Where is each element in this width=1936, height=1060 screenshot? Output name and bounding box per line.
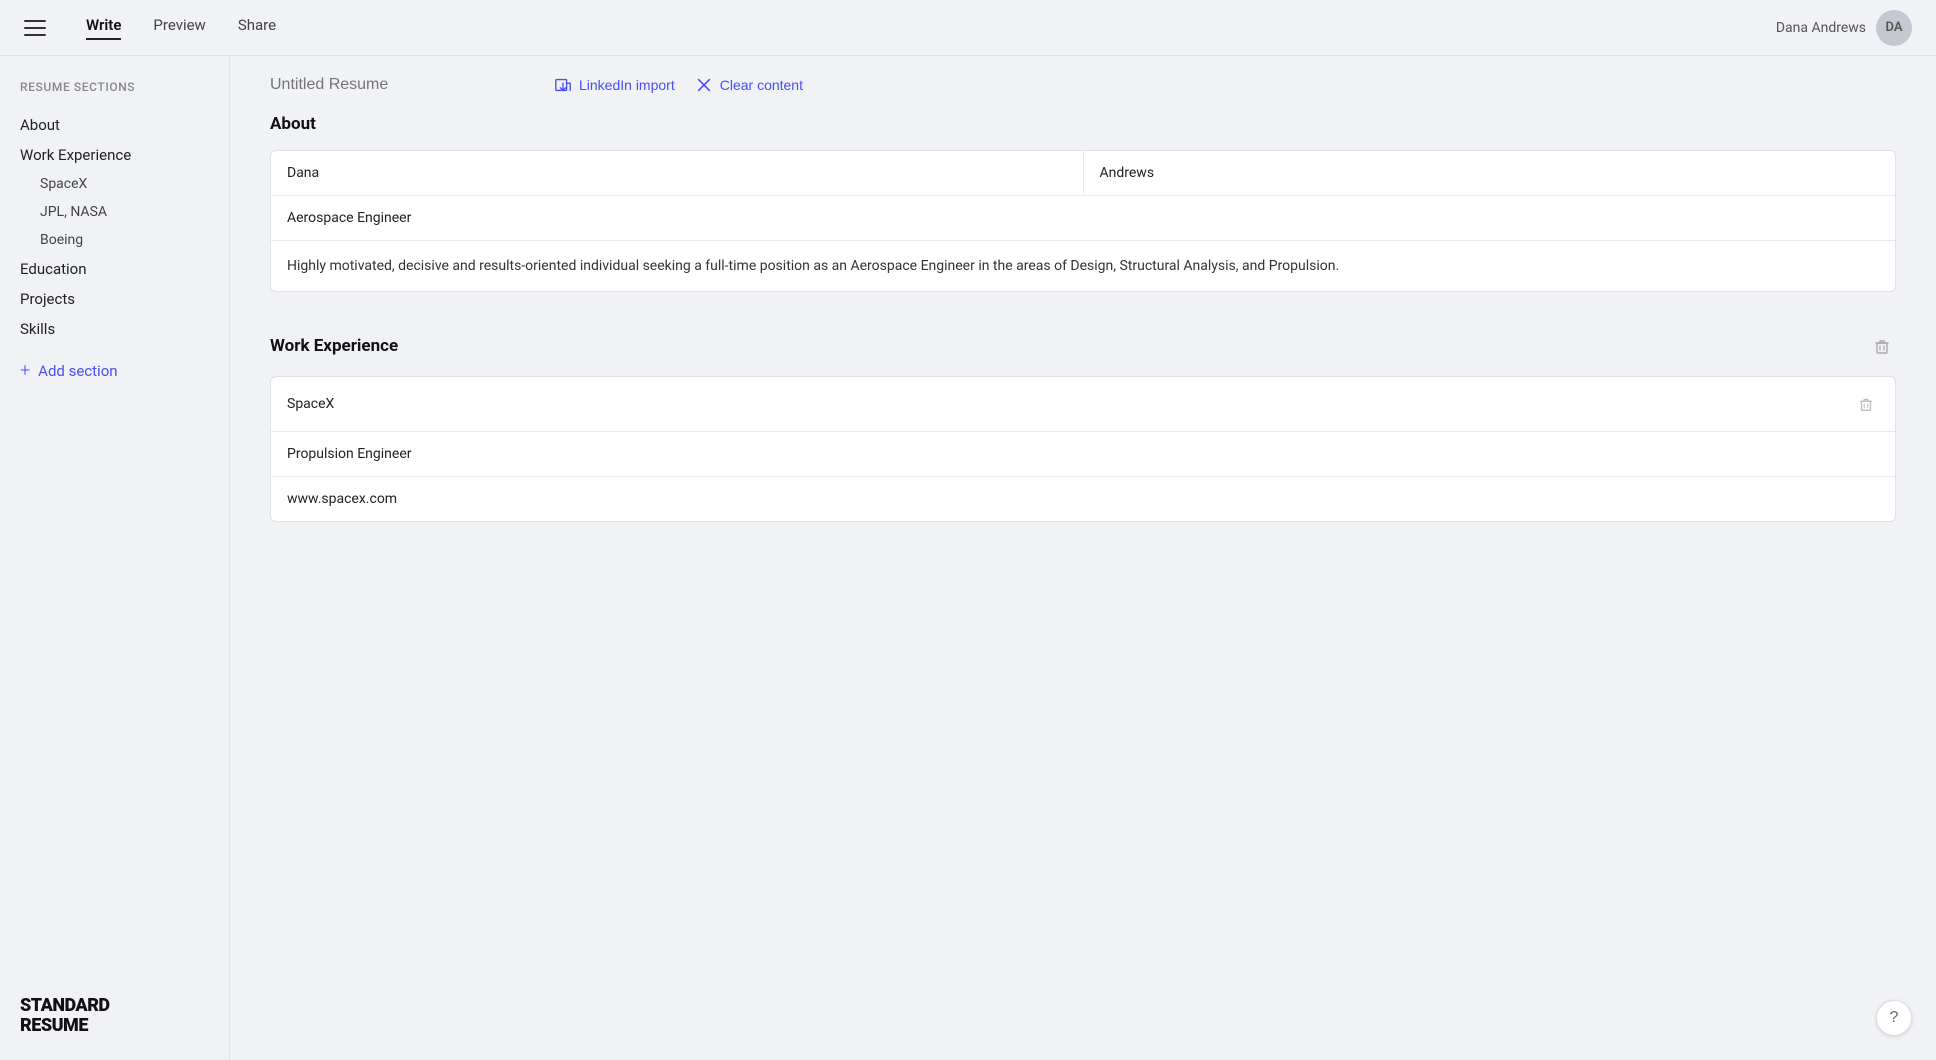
sidebar-item-boeing[interactable]: Boeing xyxy=(20,226,229,254)
tab-share[interactable]: Share xyxy=(238,16,276,40)
job-title-cell[interactable]: Aerospace Engineer xyxy=(271,196,1895,240)
about-section-header: About xyxy=(270,114,1896,134)
trash-icon xyxy=(1872,336,1892,356)
delete-work-experience-button[interactable] xyxy=(1868,332,1896,360)
sidebar-item-projects[interactable]: Projects xyxy=(20,284,229,314)
work-experience-section-header: Work Experience xyxy=(270,332,1896,360)
website-row: www.spacex.com xyxy=(271,477,1895,521)
work-experience-section-title: Work Experience xyxy=(270,336,398,356)
user-area: Dana Andrews DA xyxy=(1776,10,1912,46)
sidebar-item-work-experience[interactable]: Work Experience xyxy=(20,140,229,170)
user-name: Dana Andrews xyxy=(1776,20,1866,36)
about-section-title: About xyxy=(270,114,316,134)
sidebar-item-about[interactable]: About xyxy=(20,110,229,140)
sidebar-title: Resume sections xyxy=(20,80,229,94)
main-content: LinkedIn import Clear content About xyxy=(230,56,1936,1060)
about-form-card: Dana Andrews Aerospace Engineer Highly m… xyxy=(270,150,1896,292)
company-name[interactable]: SpaceX xyxy=(287,396,334,412)
resume-title-input[interactable] xyxy=(270,76,530,94)
company-cell: SpaceX xyxy=(271,377,1895,431)
logo-line2: RESUME xyxy=(20,1016,229,1036)
avatar[interactable]: DA xyxy=(1876,10,1912,46)
linkedin-import-button[interactable]: LinkedIn import xyxy=(554,76,675,94)
clear-content-label: Clear content xyxy=(720,77,803,93)
tab-preview[interactable]: Preview xyxy=(153,16,205,40)
linkedin-import-label: LinkedIn import xyxy=(579,77,675,93)
last-name-cell[interactable]: Andrews xyxy=(1084,151,1896,195)
x-icon xyxy=(695,76,713,94)
top-nav: Write Preview Share Dana Andrews DA xyxy=(0,0,1936,56)
summary-cell[interactable]: Highly motivated, decisive and results-o… xyxy=(271,241,1895,291)
first-name-cell[interactable]: Dana xyxy=(271,151,1084,195)
job-title-row: Aerospace Engineer xyxy=(271,196,1895,241)
tab-write[interactable]: Write xyxy=(86,16,121,40)
role-cell[interactable]: Propulsion Engineer xyxy=(271,432,1895,476)
clear-content-button[interactable]: Clear content xyxy=(695,76,803,94)
website-cell[interactable]: www.spacex.com xyxy=(271,477,1895,521)
resume-header: LinkedIn import Clear content xyxy=(230,56,1936,114)
sidebar-item-skills[interactable]: Skills xyxy=(20,314,229,344)
plus-icon: + xyxy=(20,360,30,381)
nav-tabs: Write Preview Share xyxy=(86,16,1776,40)
logo-line1: STANDARD xyxy=(20,996,229,1016)
sidebar-item-jpl-nasa[interactable]: JPL, NASA xyxy=(20,198,229,226)
linkedin-icon xyxy=(554,76,572,94)
resume-form: About Dana Andrews Aerospace Engineer Hi… xyxy=(230,114,1936,522)
about-section: About Dana Andrews Aerospace Engineer Hi… xyxy=(270,114,1896,292)
layout: Resume sections About Work Experience Sp… xyxy=(0,56,1936,1060)
add-section-label: Add section xyxy=(38,362,117,380)
add-section-button[interactable]: + Add section xyxy=(20,360,229,381)
hamburger-menu[interactable] xyxy=(24,20,46,36)
name-row: Dana Andrews xyxy=(271,151,1895,196)
company-row: SpaceX xyxy=(271,377,1895,432)
work-experience-form-card: SpaceX xyxy=(270,376,1896,522)
sidebar: Resume sections About Work Experience Sp… xyxy=(0,56,230,1060)
help-button[interactable]: ? xyxy=(1876,1000,1912,1036)
resume-actions: LinkedIn import Clear content xyxy=(554,76,803,94)
delete-spacex-button[interactable] xyxy=(1853,391,1879,417)
role-row: Propulsion Engineer xyxy=(271,432,1895,477)
work-experience-section: Work Experience Space xyxy=(270,332,1896,522)
sidebar-item-spacex[interactable]: SpaceX xyxy=(20,170,229,198)
trash-icon-spacex xyxy=(1857,395,1875,413)
sidebar-item-education[interactable]: Education xyxy=(20,254,229,284)
logo: STANDARD RESUME xyxy=(20,996,229,1036)
summary-row: Highly motivated, decisive and results-o… xyxy=(271,241,1895,291)
